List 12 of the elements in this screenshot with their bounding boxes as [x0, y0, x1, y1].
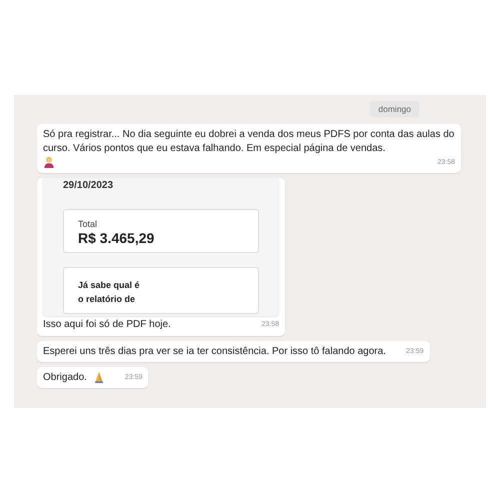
total-value: R$ 3.465,29	[78, 231, 156, 245]
date-chip: domingo	[370, 101, 419, 117]
message-text: Só pra registrar... No dia seguinte eu dobrei a venda dos meus PDFS por conta das aulas do curso. Vários pontos que eu estava falhando. Em especial página de vendas.	[43, 128, 455, 156]
message-text: Obrigado.	[43, 371, 87, 385]
person-icon	[43, 156, 55, 168]
total-label: Total	[78, 218, 98, 231]
promo-text: o relatório de	[78, 293, 136, 306]
screenshot-preview[interactable]: 29/10/2023 Total R$ 3.465,29 Já sabe qual é o relatório de	[43, 178, 279, 316]
promo-text: Já sabe qual é	[78, 279, 141, 292]
message-text: Esperei uns três dias pra ver se ia ter consistência. Por isso tô falando agora.	[43, 345, 386, 359]
message-text: Isso aqui foi só de PDF hoje.	[43, 318, 171, 332]
report-date: 29/10/2023	[63, 179, 114, 193]
